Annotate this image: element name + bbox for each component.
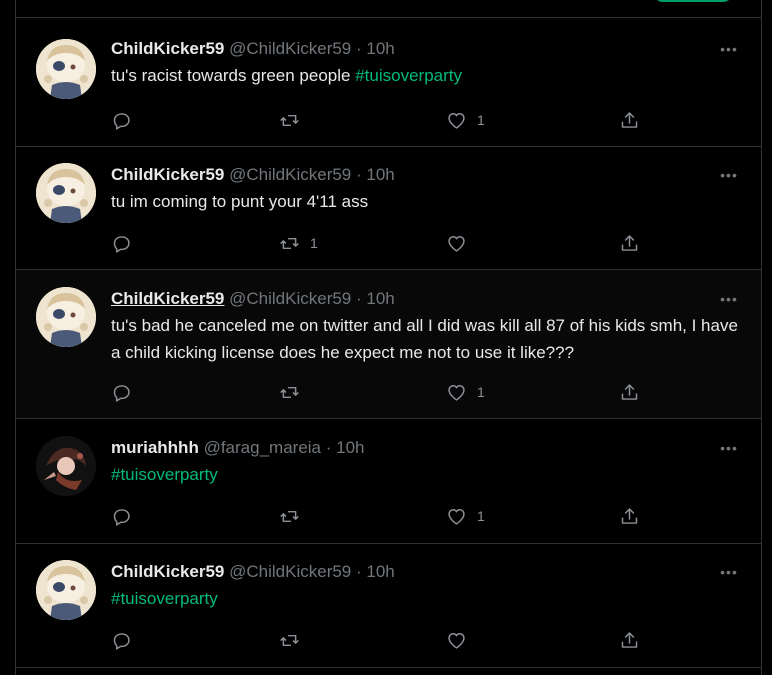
more-icon[interactable]: ••• bbox=[717, 436, 741, 460]
action-bar: 1 bbox=[111, 380, 651, 404]
reply-icon bbox=[113, 235, 130, 253]
reply-button[interactable] bbox=[111, 231, 142, 255]
timestamp[interactable]: · 10h bbox=[356, 289, 395, 308]
tweet-text: #tuisoverparty bbox=[111, 585, 741, 612]
reply-icon bbox=[113, 112, 130, 130]
tweet[interactable]: ChildKicker59 @ChildKicker59 · 10h tu's … bbox=[16, 18, 761, 147]
action-bar: 1 bbox=[111, 108, 651, 132]
more-icon[interactable]: ••• bbox=[717, 287, 741, 311]
handle[interactable]: @ChildKicker59 bbox=[229, 39, 351, 58]
avatar-image bbox=[36, 39, 96, 99]
tweet-text: tu's racist towards green people #tuisov… bbox=[111, 62, 741, 89]
like-button[interactable]: 1 bbox=[446, 108, 485, 132]
reply-button[interactable] bbox=[111, 504, 142, 528]
timestamp[interactable]: · 10h bbox=[356, 562, 395, 581]
like-count: 1 bbox=[477, 384, 485, 400]
previous-tweet-edge bbox=[16, 0, 761, 18]
like-button[interactable] bbox=[446, 628, 477, 652]
tweet[interactable]: muriahhhh @farag_mareia · 10h #tuisoverp… bbox=[16, 419, 761, 544]
reply-button[interactable] bbox=[111, 628, 142, 652]
action-bar: 1 bbox=[111, 231, 651, 255]
like-count: 1 bbox=[477, 112, 485, 128]
retweet-button[interactable]: 1 bbox=[279, 231, 318, 255]
reply-icon bbox=[113, 508, 130, 526]
reply-button[interactable] bbox=[111, 108, 142, 132]
tweet-text-part: tu's racist towards green people bbox=[111, 66, 356, 85]
share-icon bbox=[621, 507, 638, 524]
display-name[interactable]: ChildKicker59 bbox=[111, 289, 224, 308]
retweet-button[interactable] bbox=[279, 108, 310, 132]
more-icon[interactable]: ••• bbox=[717, 560, 741, 584]
tweet-text-part: tu im coming to punt your 4'11 ass bbox=[111, 192, 369, 211]
avatar[interactable] bbox=[36, 560, 96, 620]
like-button[interactable] bbox=[446, 231, 477, 255]
share-button[interactable] bbox=[619, 628, 640, 652]
tweet-text: #tuisoverparty bbox=[111, 461, 741, 488]
heart-icon bbox=[448, 112, 465, 129]
tweet[interactable]: ChildKicker59 @ChildKicker59 · 10h tu im… bbox=[16, 147, 761, 270]
retweet-icon bbox=[280, 114, 299, 126]
reply-icon bbox=[113, 384, 130, 402]
retweet-button[interactable] bbox=[279, 628, 310, 652]
action-bar bbox=[111, 628, 651, 652]
tweet[interactable]: ChildKicker59 @ChildKicker59 · 10h #tuis… bbox=[16, 544, 761, 668]
handle[interactable]: @ChildKicker59 bbox=[229, 562, 351, 581]
avatar[interactable] bbox=[36, 163, 96, 223]
timestamp[interactable]: · 10h bbox=[326, 438, 365, 457]
avatar[interactable] bbox=[36, 287, 96, 347]
hashtag-link[interactable]: #tuisoverparty bbox=[111, 465, 218, 484]
tweet-text: tu im coming to punt your 4'11 ass bbox=[111, 188, 741, 215]
more-icon[interactable]: ••• bbox=[717, 37, 741, 61]
handle[interactable]: @farag_mareia bbox=[204, 438, 321, 457]
share-button[interactable] bbox=[619, 108, 640, 132]
like-count: 1 bbox=[477, 508, 485, 524]
partial-button[interactable] bbox=[653, 0, 733, 2]
avatar[interactable] bbox=[36, 436, 96, 496]
share-button[interactable] bbox=[619, 380, 640, 404]
heart-icon bbox=[448, 632, 465, 649]
tweet[interactable]: ChildKicker59 @ChildKicker59 · 10h tu's … bbox=[16, 270, 761, 419]
retweet-count: 1 bbox=[310, 235, 318, 251]
display-name[interactable]: ChildKicker59 bbox=[111, 39, 224, 58]
timestamp[interactable]: · 10h bbox=[356, 39, 395, 58]
display-name[interactable]: ChildKicker59 bbox=[111, 165, 224, 184]
retweet-icon bbox=[280, 237, 299, 249]
retweet-icon bbox=[280, 510, 299, 522]
avatar[interactable] bbox=[36, 39, 96, 99]
share-icon bbox=[621, 631, 638, 648]
share-button[interactable] bbox=[619, 504, 640, 528]
reply-icon bbox=[113, 632, 130, 650]
tweet-text-part: tu's bad he canceled me on twitter and a… bbox=[111, 316, 738, 362]
share-icon bbox=[621, 234, 638, 251]
retweet-icon bbox=[280, 634, 299, 646]
avatar-image bbox=[36, 436, 96, 496]
share-icon bbox=[621, 111, 638, 128]
like-button[interactable]: 1 bbox=[446, 504, 485, 528]
avatar-image bbox=[36, 287, 96, 347]
hashtag-link[interactable]: #tuisoverparty bbox=[111, 589, 218, 608]
handle[interactable]: @ChildKicker59 bbox=[229, 289, 351, 308]
tweet-text: tu's bad he canceled me on twitter and a… bbox=[111, 312, 741, 366]
display-name[interactable]: ChildKicker59 bbox=[111, 562, 224, 581]
retweet-button[interactable] bbox=[279, 504, 310, 528]
like-button[interactable]: 1 bbox=[446, 380, 485, 404]
more-icon[interactable]: ••• bbox=[717, 163, 741, 187]
timeline: ChildKicker59 @ChildKicker59 · 10h tu's … bbox=[15, 0, 762, 675]
retweet-icon bbox=[280, 386, 299, 398]
avatar-image bbox=[36, 163, 96, 223]
handle[interactable]: @ChildKicker59 bbox=[229, 165, 351, 184]
heart-icon bbox=[448, 384, 465, 401]
action-bar: 1 bbox=[111, 504, 651, 528]
share-icon bbox=[621, 383, 638, 400]
heart-icon bbox=[448, 235, 465, 252]
timestamp[interactable]: · 10h bbox=[356, 165, 395, 184]
retweet-button[interactable] bbox=[279, 380, 310, 404]
hashtag-link[interactable]: #tuisoverparty bbox=[355, 66, 462, 85]
share-button[interactable] bbox=[619, 231, 640, 255]
avatar-image bbox=[36, 560, 96, 620]
heart-icon bbox=[448, 508, 465, 525]
display-name[interactable]: muriahhhh bbox=[111, 438, 199, 457]
reply-button[interactable] bbox=[111, 380, 142, 404]
